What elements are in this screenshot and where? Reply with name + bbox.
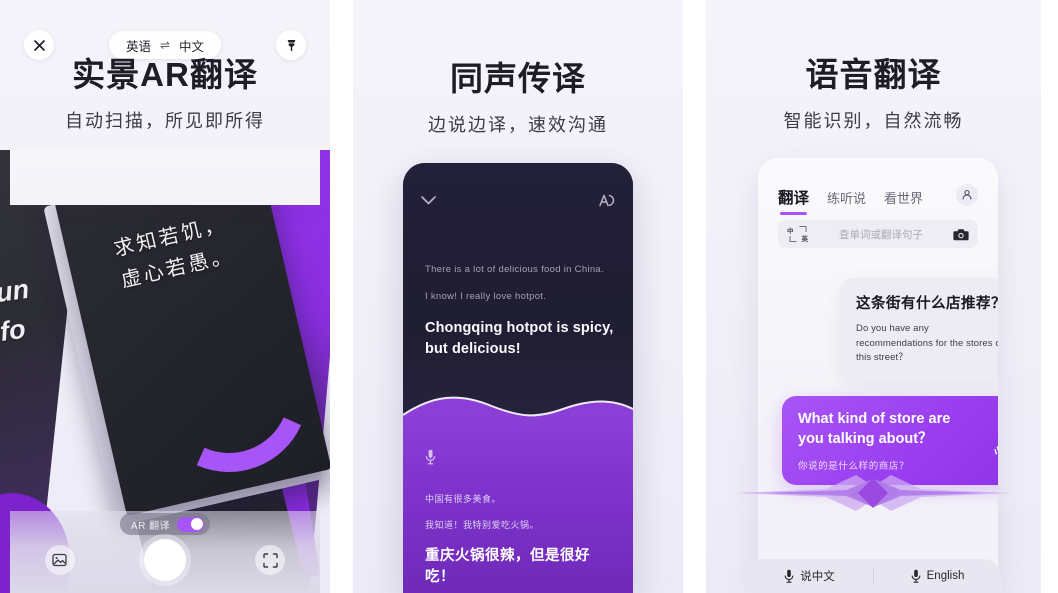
microphone-icon — [784, 569, 794, 583]
language-pair-indicator[interactable]: 中 英 — [787, 224, 809, 244]
transcript-line: 我知道！我特别爱吃火锅。 — [425, 519, 540, 530]
panel-divider-1 — [330, 0, 353, 593]
play-audio-button[interactable] — [993, 444, 998, 457]
microphone-icon — [911, 569, 921, 583]
tab-listen-speak[interactable]: 练听说 — [827, 188, 866, 207]
page-subtitle: 自动扫描，所见即所得 — [65, 111, 265, 131]
mic-button-label: English — [926, 570, 965, 582]
interpretation-top-icons — [403, 185, 633, 215]
panel-simultaneous-interpretation: 同声传译 边说边译，速效沟通 There is a lot of delicio… — [353, 0, 683, 593]
search-placeholder: 查单词或翻译句子 — [839, 228, 923, 241]
phone-sheet-top — [10, 150, 320, 205]
page-subtitle: 智能识别，自然流畅 — [783, 111, 964, 131]
mic-button-bar: 说中文 English — [746, 559, 1001, 593]
transcript-line: I know! I really love hotpot. — [425, 291, 547, 303]
chinese-transcript: 中国有很多美食。 我知道！我特别爱吃火锅。 重庆火锅很辣，但是很好吃！ — [425, 493, 615, 586]
smile-arc-graphic — [126, 290, 330, 496]
mic-button-english[interactable]: English — [874, 569, 1001, 583]
image-icon — [52, 553, 67, 567]
voice-translate-card: 翻译 练听说 看世界 中 英 查单词或翻译句子 这条街有什么店推荐？ Do yo… — [758, 158, 998, 593]
page-title: 同声传译 — [450, 60, 586, 97]
panel-divider-2 — [683, 0, 706, 593]
microphone-icon — [425, 449, 436, 465]
tab-translate[interactable]: 翻译 — [778, 186, 809, 215]
shutter-button[interactable] — [143, 539, 186, 581]
transcript-current-line: 重庆火锅很辣，但是很好吃！ — [425, 548, 590, 585]
english-transcript: There is a lot of delicious food in Chin… — [425, 263, 615, 360]
mic-button-label: 说中文 — [800, 571, 835, 583]
panel-ar-translate: 实景AR翻译 自动扫描，所见即所得 hun / fo 求知若饥， 虚心若愚。 — [0, 0, 330, 593]
panel-2-heading: 同声传译 边说边译，速效沟通 — [353, 0, 683, 137]
panel-1-heading: 实景AR翻译 自动扫描，所见即所得 — [0, 0, 330, 133]
font-size-icon[interactable] — [599, 193, 615, 208]
tab-bar: 翻译 练听说 看世界 — [778, 186, 923, 215]
ar-bottom-toolbar — [10, 527, 320, 593]
page-title: 语音翻译 — [805, 56, 942, 93]
corner-brackets-icon — [789, 226, 807, 242]
bubble-secondary-text: Do you have any recommendations for the … — [856, 323, 998, 364]
scan-frame-icon — [263, 552, 278, 568]
transcript-current-line: Chongqing hotpot is spicy, but delicious… — [425, 319, 614, 357]
bubble-primary-text: What kind of store are you talking about… — [798, 411, 951, 447]
search-input[interactable]: 中 英 查单词或翻译句子 — [778, 220, 978, 248]
fullscreen-button[interactable] — [255, 545, 286, 575]
voice-waveform — [736, 475, 1011, 511]
user-icon — [962, 189, 972, 200]
book-quote: 求知若饥， 虚心若愚。 — [64, 198, 283, 308]
page-title: 实景AR翻译 — [72, 56, 258, 93]
speaker-icon — [994, 446, 998, 456]
listening-mic-indicator — [425, 449, 436, 465]
transcript-line: There is a lot of delicious food in Chin… — [425, 264, 604, 275]
panel-3-heading: 语音翻译 智能识别，自然流畅 — [706, 0, 1041, 133]
chat-bubble-incoming[interactable]: 这条街有什么店推荐？ Do you have any recommendatio… — [840, 278, 998, 383]
app-store-screenshot-set: 实景AR翻译 自动扫描，所见即所得 hun / fo 求知若饥， 虚心若愚。 — [0, 0, 1058, 593]
bubble-primary-text: 这条街有什么店推荐？ — [856, 296, 998, 312]
interpretation-card: There is a lot of delicious food in Chin… — [403, 163, 633, 593]
panel-voice-translate: 语音翻译 智能识别，自然流畅 翻译 练听说 看世界 中 英 查单词或翻译句子 这… — [706, 0, 1041, 593]
camera-icon[interactable] — [953, 228, 969, 241]
mic-button-chinese[interactable]: 说中文 — [746, 568, 873, 584]
page-subtitle: 边说边译，速效沟通 — [428, 115, 608, 135]
transcript-line: 中国有很多美食。 — [425, 494, 502, 504]
gallery-button[interactable] — [44, 545, 75, 575]
chevron-down-icon[interactable] — [421, 195, 436, 205]
profile-button[interactable] — [956, 184, 978, 206]
tab-see-world[interactable]: 看世界 — [884, 188, 923, 207]
